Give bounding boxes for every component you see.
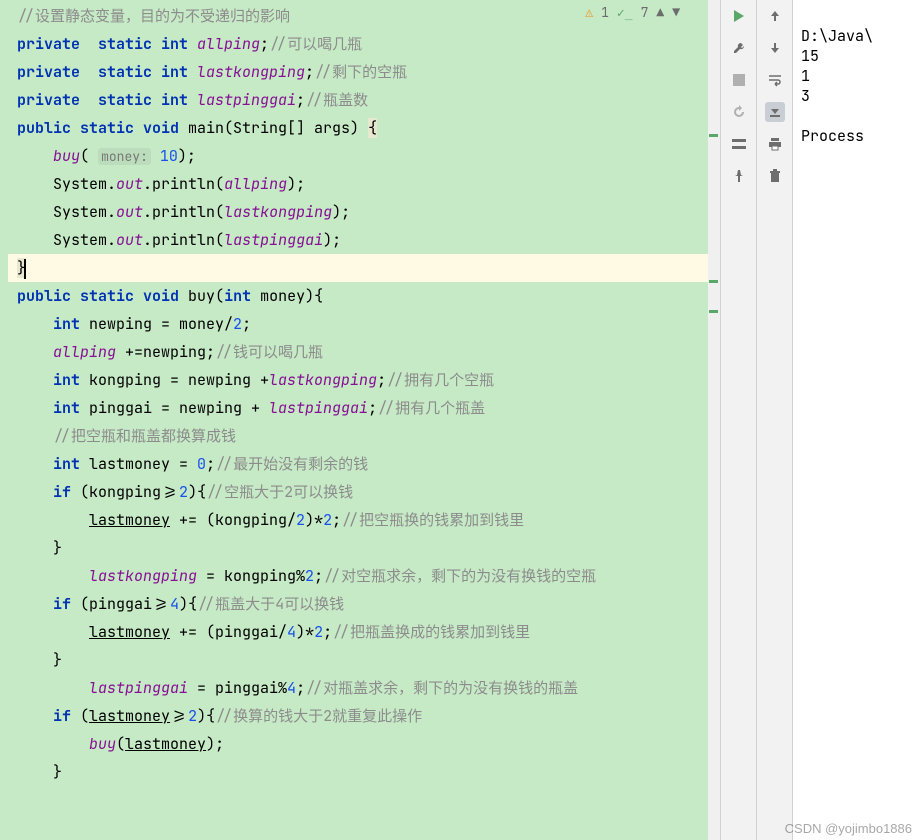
console-path: D:\Java\	[801, 26, 873, 46]
caret-line[interactable]: }	[8, 254, 720, 282]
marker-tick[interactable]	[709, 134, 718, 137]
trash-icon[interactable]	[765, 166, 785, 186]
console-line: 1	[801, 66, 810, 86]
layout-icon[interactable]	[729, 134, 749, 154]
up-arrow-icon[interactable]	[765, 6, 785, 26]
down-arrow-icon[interactable]	[765, 38, 785, 58]
soft-wrap-icon[interactable]	[765, 70, 785, 90]
marker-tick[interactable]	[709, 310, 718, 313]
watermark: CSDN @yojimbo1886	[785, 821, 912, 836]
text-cursor	[24, 259, 26, 279]
error-stripe[interactable]	[708, 0, 720, 840]
console-line: 15	[801, 46, 819, 66]
console-output[interactable]: D:\Java\ 15 1 3 Process	[792, 0, 918, 840]
code-area[interactable]: //设置静态变量，目的为不受递归的影响 private static int a…	[0, 0, 720, 840]
print-icon[interactable]	[765, 134, 785, 154]
inspection-summary[interactable]: ⚠ 1 ✓̲ 7 ▲ ▼	[585, 4, 680, 21]
next-highlight-icon[interactable]: ▼	[672, 4, 680, 21]
comment: //设置静态变量，目的为不受递归的影响	[17, 6, 290, 26]
pin-icon[interactable]	[729, 166, 749, 186]
run-toolbar-right	[756, 0, 792, 840]
run-icon[interactable]	[729, 6, 749, 26]
ok-count: 7	[641, 4, 649, 21]
restart-icon[interactable]	[729, 102, 749, 122]
console-line: 3	[801, 86, 810, 106]
prev-highlight-icon[interactable]: ▲	[656, 4, 664, 21]
warning-count: 1	[601, 4, 609, 21]
marker-tick[interactable]	[709, 280, 718, 283]
code-editor[interactable]: //设置静态变量，目的为不受递归的影响 private static int a…	[0, 0, 720, 840]
run-toolbar-left	[720, 0, 756, 840]
warning-icon[interactable]: ⚠	[585, 4, 593, 21]
process-line: Process	[801, 126, 873, 146]
wrench-icon[interactable]	[729, 38, 749, 58]
inlay-hint: money:	[98, 148, 151, 165]
scroll-to-end-icon[interactable]	[765, 102, 785, 122]
stop-icon[interactable]	[729, 70, 749, 90]
checkmark-icon[interactable]: ✓̲	[617, 4, 633, 21]
